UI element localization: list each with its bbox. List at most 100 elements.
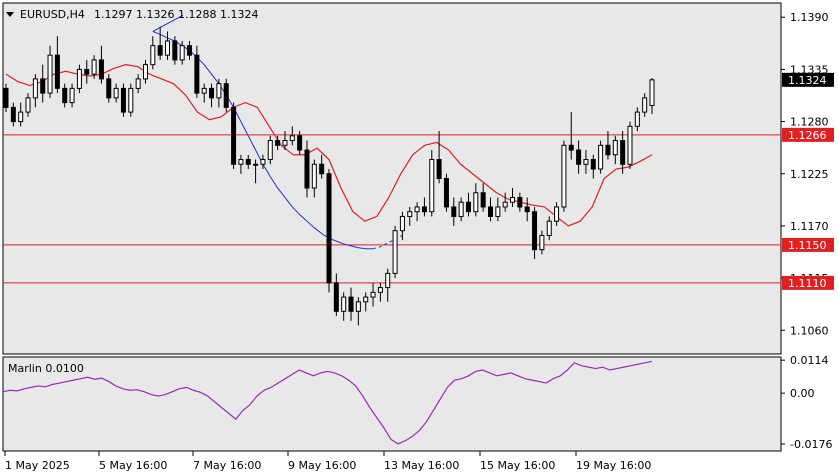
bull-candle-body (142, 64, 148, 80)
bear-candle-body (568, 144, 574, 151)
bear-candle-body (157, 45, 163, 56)
bull-candle-body (282, 140, 288, 146)
bull-candle-body (267, 140, 273, 161)
main-plot-area (2, 2, 782, 355)
bull-candle-body (546, 220, 552, 236)
bear-candle-body (231, 106, 237, 165)
y-tick-label: 1.1280 (790, 116, 829, 129)
bull-candle-body (407, 211, 413, 217)
bear-candle-body (106, 78, 112, 99)
bear-candle-body (62, 87, 68, 104)
bull-candle-body (91, 59, 97, 75)
candle (443, 173, 449, 212)
bear-candle-body (40, 78, 46, 94)
bear-candle-body (172, 40, 178, 61)
bear-candle-body (275, 140, 281, 146)
bear-candle-body (84, 68, 90, 75)
candle (3, 83, 9, 113)
bull-candle-body (69, 87, 75, 104)
level-price-label: 1.1266 (788, 129, 827, 142)
bull-candle-body (355, 301, 361, 312)
bull-candle-body (473, 192, 479, 213)
bear-candle-body (532, 211, 538, 251)
bull-candle-body (179, 45, 185, 61)
bull-candle-body (47, 54, 53, 94)
osc-y-tick-label: 0.0114 (790, 354, 829, 367)
x-tick-label: 9 May 16:00 (288, 459, 356, 472)
x-tick-label: 1 May 2025 (5, 459, 70, 472)
bull-candle-body (370, 291, 376, 298)
bull-candle-body (289, 135, 295, 142)
candle (172, 36, 178, 65)
bear-candle-body (488, 206, 493, 217)
bull-candle-body (510, 196, 516, 203)
x-tick-label: 7 May 16:00 (193, 459, 261, 472)
bull-candle-body (216, 83, 222, 99)
bear-candle-body (348, 296, 354, 312)
bull-candle-body (561, 144, 567, 208)
bear-candle-body (194, 54, 200, 94)
y-tick-label: 1.1060 (790, 324, 829, 337)
bear-candle-body (333, 282, 339, 312)
bull-candle-body (642, 97, 648, 113)
bear-candle-body (620, 140, 626, 165)
x-tick-label: 5 May 16:00 (99, 459, 167, 472)
bear-candle-body (54, 54, 60, 89)
candle (76, 64, 82, 94)
bear-candle-body (421, 206, 427, 213)
level-price-label: 1.1110 (788, 277, 827, 290)
bull-candle-body (238, 159, 244, 165)
x-tick-label: 13 May 16:00 (384, 459, 459, 472)
candle (326, 169, 332, 293)
bull-candle-body (150, 45, 156, 66)
candle (267, 135, 273, 165)
y-tick-label: 1.1390 (790, 11, 829, 24)
bear-candle-body (297, 135, 303, 151)
y-tick-label: 1.1225 (790, 168, 829, 181)
bull-candle-body (392, 230, 398, 274)
bull-candle-body (495, 206, 501, 217)
bull-candle-body (583, 159, 589, 165)
bull-candle-body (25, 97, 31, 113)
bull-candle-body (341, 296, 347, 312)
candle (231, 102, 237, 170)
bear-candle-body (304, 149, 310, 189)
bear-candle-body (319, 163, 325, 175)
bear-candle-body (187, 45, 193, 56)
bear-candle-body (524, 206, 530, 213)
level-price-label: 1.1150 (788, 239, 827, 252)
bear-candle-body (605, 144, 611, 156)
bear-candle-body (120, 87, 126, 113)
bear-candle-body (10, 106, 16, 123)
bull-candle-body (76, 68, 82, 89)
x-tick-label: 19 May 16:00 (576, 459, 651, 472)
bull-candle-body (414, 206, 420, 213)
bull-candle-body (363, 296, 369, 303)
bull-candle-body (649, 79, 655, 106)
oscillator-panel[interactable]: 0.0114 0.00 -0.0176 (2, 354, 832, 452)
bull-candle-body (377, 287, 383, 293)
bull-candle-body (165, 40, 170, 56)
bull-candle-body (113, 87, 119, 99)
bull-candle-body (612, 140, 618, 156)
candle (120, 83, 126, 117)
bull-candle-body (18, 111, 24, 123)
bear-candle-body (590, 159, 596, 170)
bull-candle-body (201, 87, 207, 94)
bear-candle-body (223, 83, 229, 108)
bull-candle-body (311, 163, 317, 189)
bear-candle-body (98, 59, 104, 80)
bull-candle-body (32, 78, 38, 99)
oscillator-title: Marlin 0.0100 (8, 362, 84, 375)
bull-candle-body (458, 201, 464, 217)
bull-candle-body (253, 163, 259, 166)
chart-canvas: 1.13901.13351.12801.12251.11701.11151.10… (0, 0, 838, 476)
bear-candle-body (517, 196, 523, 208)
main-price-panel[interactable]: 1.13901.13351.12801.12251.11701.11151.10… (2, 2, 834, 355)
bear-candle-body (326, 173, 332, 284)
bear-candle-body (209, 87, 215, 99)
bull-candle-body (399, 215, 405, 232)
candle (223, 78, 229, 113)
bear-candle-body (451, 206, 457, 217)
chart-title: EURUSD,H4 (20, 8, 85, 21)
